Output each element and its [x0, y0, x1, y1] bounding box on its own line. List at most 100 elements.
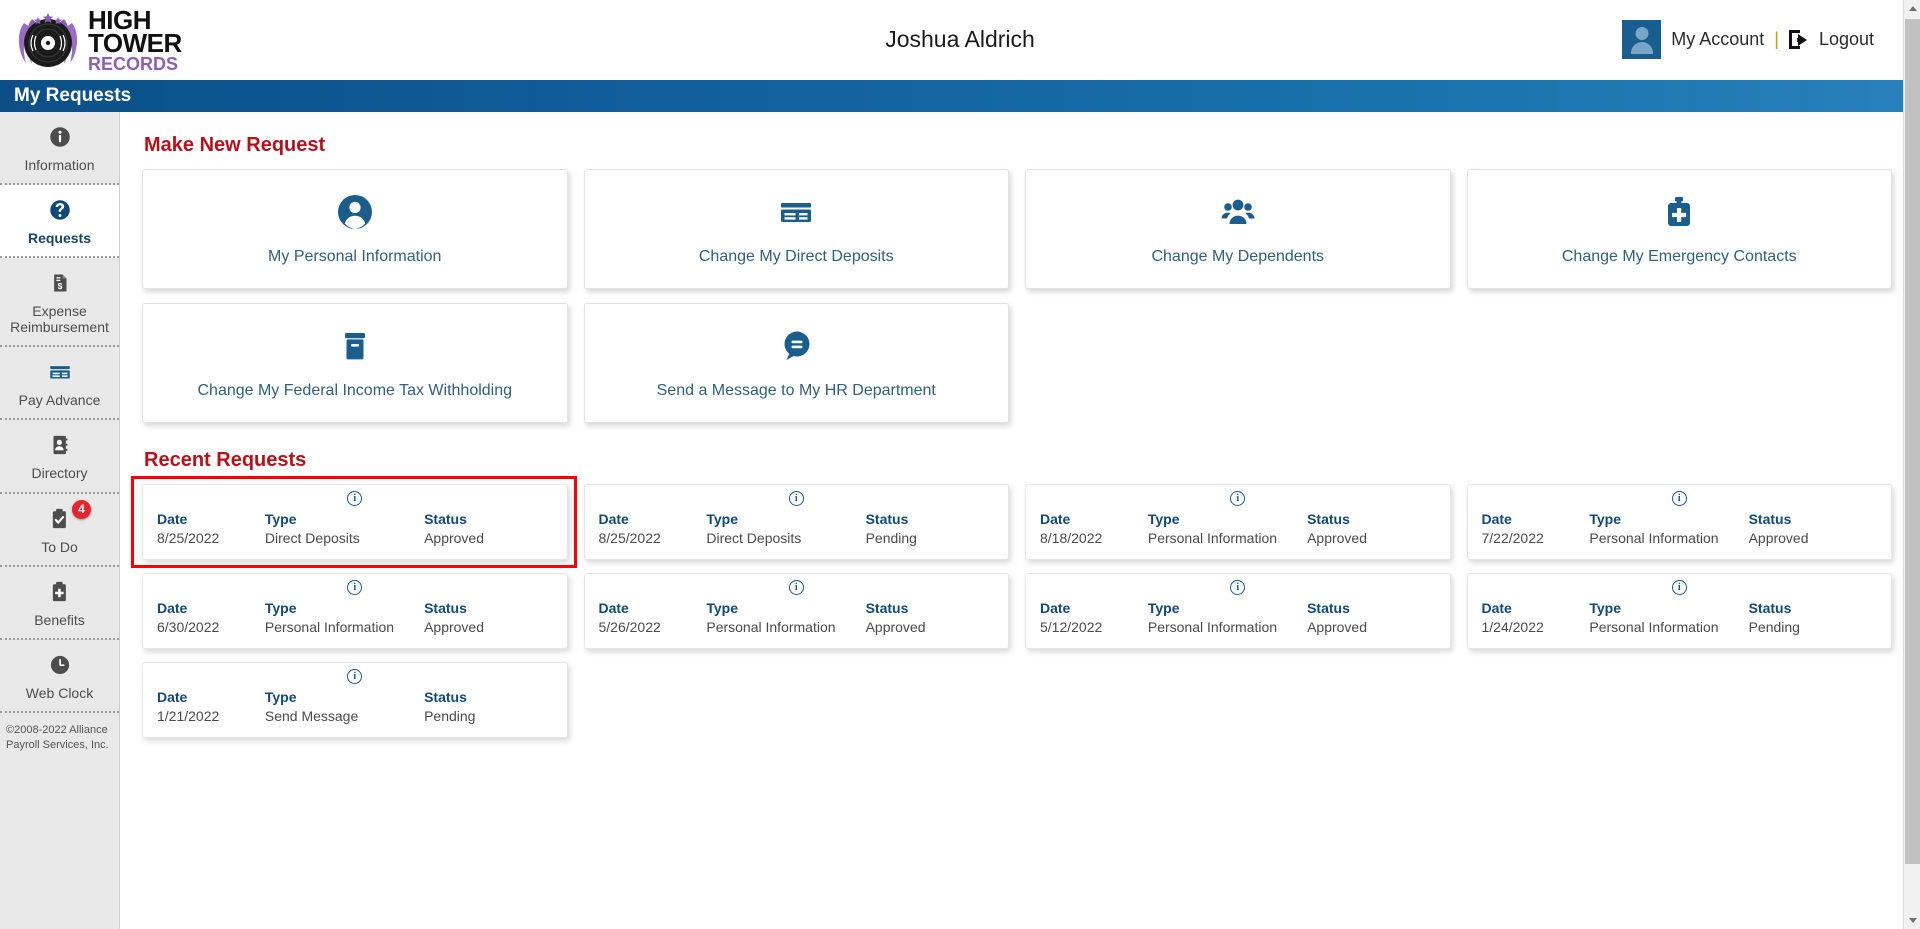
recent-column-header-status: Status — [1748, 600, 1792, 616]
recent-column-header-type: Type — [264, 600, 297, 616]
info-icon[interactable]: i — [788, 491, 804, 506]
recent-value-status: Approved — [424, 530, 485, 546]
new-request-card[interactable]: Change My Dependents — [1025, 169, 1451, 289]
logo-line-3: RECORDS — [88, 53, 179, 74]
sidebar-item-information[interactable]: Information — [0, 112, 119, 186]
scroll-up-arrow-icon[interactable] — [1904, 0, 1920, 17]
recent-request-card[interactable]: i Date 1/21/2022 Type Send Message Status Pend… — [142, 662, 568, 738]
my-account-link[interactable]: My Account — [1671, 29, 1764, 50]
sidebar: Information Requests $ Expense Reimbursemen… — [0, 112, 120, 929]
logout-link[interactable]: Logout — [1819, 29, 1874, 50]
info-icon[interactable]: i — [1230, 491, 1246, 506]
address-book-icon — [47, 432, 73, 458]
document-dollar-icon: $ — [47, 270, 73, 296]
recent-column-date: Date 8/25/2022 — [599, 511, 707, 546]
recent-column-header-date: Date — [157, 689, 188, 705]
info-icon[interactable]: i — [347, 669, 363, 684]
sidebar-item-directory[interactable]: Directory — [0, 420, 119, 494]
recent-request-cell: i Date 1/24/2022 Type Personal Information St… — [1466, 573, 1892, 649]
info-icon[interactable]: i — [1671, 580, 1687, 595]
recent-column-type: Type Personal Information — [1589, 600, 1748, 635]
body-row: Information Requests $ Expense Reimbursemen… — [0, 112, 1920, 929]
info-icon[interactable]: i — [1230, 580, 1246, 595]
recent-value-status: Approved — [1748, 530, 1809, 546]
recent-column-header-status: Status — [1307, 600, 1350, 616]
sidebar-item-to-do[interactable]: 4 To Do — [0, 494, 119, 567]
recent-column-type: Type Send Message — [265, 689, 424, 724]
recent-request-card[interactable]: i Date 8/18/2022 Type Personal Information St… — [1025, 484, 1451, 560]
recent-column-header-date: Date — [157, 600, 188, 616]
recent-column-header-status: Status — [424, 600, 467, 616]
sidebar-item-label: Information — [24, 157, 95, 173]
info-icon[interactable]: i — [347, 491, 363, 506]
recent-column-header-type: Type — [1147, 511, 1180, 527]
recent-request-columns: Date 5/12/2022 Type Personal Information Sta… — [1040, 600, 1436, 635]
scrollbar-thumb[interactable] — [1905, 19, 1920, 864]
clock-icon — [47, 652, 73, 678]
recent-request-card[interactable]: i Date 6/30/2022 Type Personal Information St… — [142, 573, 568, 649]
new-request-label: Send a Message to My HR Department — [656, 382, 936, 399]
info-row: i — [1040, 491, 1436, 509]
recent-column-type: Type Personal Information — [1148, 600, 1307, 635]
recent-request-card[interactable]: i Date 5/12/2022 Type Personal Information St… — [1025, 573, 1451, 649]
vertical-scrollbar[interactable] — [1903, 0, 1920, 929]
recent-request-columns: Date 1/21/2022 Type Send Message Status Pendi… — [157, 689, 553, 724]
recent-requests-title: Recent Requests — [144, 449, 307, 471]
recent-request-card[interactable]: i Date 5/26/2022 Type Personal Information St… — [583, 573, 1009, 649]
make-new-request-title: Make New Request — [144, 134, 326, 156]
recent-value-date: 8/18/2022 — [1040, 530, 1103, 546]
new-request-card[interactable]: Change My Emergency Contacts — [1466, 169, 1892, 289]
sidebar-item-label: Requests — [27, 230, 92, 247]
page-root: HIGH TOWER RECORDS Joshua Aldrich My Acc… — [0, 0, 1920, 929]
new-request-label: Change My Emergency Contacts — [1561, 248, 1797, 265]
sidebar-item-requests[interactable]: Requests — [0, 185, 119, 259]
recent-column-type: Type Direct Deposits — [706, 511, 865, 546]
recent-column-header-date: Date — [157, 511, 188, 527]
info-icon[interactable]: i — [347, 580, 363, 595]
recent-column-header-date: Date — [1040, 600, 1071, 616]
new-request-label: My Personal Information — [268, 248, 442, 265]
recent-request-cell: i Date 8/25/2022 Type Direct Deposits Status P… — [583, 484, 1009, 560]
info-icon[interactable]: i — [788, 580, 804, 595]
recent-request-card[interactable]: i Date 1/24/2022 Type Personal Information St… — [1466, 573, 1892, 649]
sidebar-item-expense-reimbursement[interactable]: $ Expense Reimbursement — [0, 258, 119, 348]
avatar[interactable] — [1622, 20, 1662, 59]
recent-column-header-date: Date — [1481, 511, 1512, 527]
recent-column-header-date: Date — [598, 511, 629, 527]
recent-value-status: Pending — [865, 530, 917, 546]
credit-card-icon — [776, 192, 816, 232]
top-bar: HIGH TOWER RECORDS Joshua Aldrich My Acc… — [0, 0, 1920, 80]
sidebar-item-benefits[interactable]: Benefits — [0, 567, 119, 640]
scroll-down-arrow-icon[interactable] — [1904, 912, 1920, 929]
speech-bubble-icon — [776, 326, 816, 366]
recent-column-status: Status Approved — [1749, 511, 1877, 546]
recent-value-date: 8/25/2022 — [598, 530, 661, 546]
logout-icon[interactable] — [1788, 30, 1809, 49]
sidebar-item-pay-advance[interactable]: Pay Advance — [0, 347, 119, 421]
new-request-card[interactable]: My Personal Information — [142, 169, 568, 289]
recent-request-cell: i Date 1/21/2022 Type Send Message Status Pend… — [142, 662, 568, 738]
recent-column-header-status: Status — [865, 600, 909, 616]
new-request-card[interactable]: Send a Message to My HR Department — [583, 303, 1009, 423]
recent-column-header-type: Type — [706, 600, 738, 616]
new-request-card[interactable]: Change My Direct Deposits — [583, 169, 1009, 289]
recent-value-date: 1/24/2022 — [1481, 619, 1544, 635]
new-request-card[interactable]: Change My Federal Income Tax Withholding — [142, 303, 568, 423]
sidebar-item-label: Pay Advance — [18, 392, 101, 409]
recent-column-date: Date 5/12/2022 — [1040, 600, 1148, 635]
info-icon[interactable]: i — [1671, 491, 1687, 506]
recent-column-date: Date 8/25/2022 — [157, 511, 265, 546]
recent-value-type: Personal Information — [1147, 619, 1278, 635]
company-logo[interactable]: HIGH TOWER RECORDS — [0, 7, 182, 73]
recent-column-header-type: Type — [1589, 600, 1621, 616]
recent-value-status: Pending — [424, 708, 476, 724]
sidebar-item-web-clock[interactable]: Web Clock — [0, 640, 119, 713]
recent-column-header-type: Type — [706, 511, 738, 527]
recent-request-card[interactable]: i Date 7/22/2022 Type Personal Information St… — [1466, 484, 1892, 560]
info-row: i — [599, 580, 995, 598]
recent-request-card[interactable]: i Date 8/25/2022 Type Direct Deposits Status A… — [142, 484, 568, 560]
recent-value-date: 8/25/2022 — [157, 530, 220, 546]
recent-request-columns: Date 8/25/2022 Type Direct Deposits Status Ap… — [157, 511, 553, 546]
recent-request-card[interactable]: i Date 8/25/2022 Type Direct Deposits Status P… — [583, 484, 1009, 560]
account-area: My Account | Logout — [1622, 20, 1920, 59]
